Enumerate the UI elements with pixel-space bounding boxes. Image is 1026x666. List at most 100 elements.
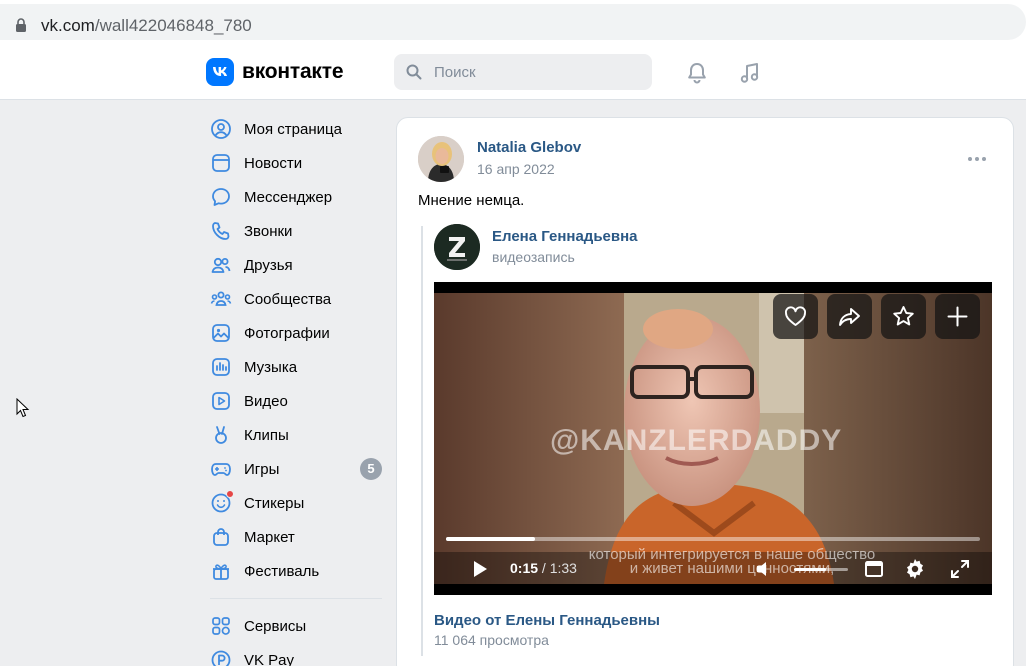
video-progress-fill	[446, 537, 535, 541]
sidebar-divider	[210, 598, 382, 599]
video-like-button[interactable]	[773, 294, 818, 339]
site-header: вконтакте	[0, 44, 1026, 100]
settings-gear-icon[interactable]	[903, 557, 927, 581]
sidebar-item-music[interactable]: Музыка	[206, 350, 384, 384]
vk-logo-icon	[206, 58, 234, 86]
search-box[interactable]	[394, 54, 652, 90]
sidebar-item-messenger[interactable]: Мессенджер	[206, 180, 384, 214]
sidebar-item-my-page[interactable]: Моя страница	[206, 112, 384, 146]
repost-type-label: видеозапись	[492, 249, 575, 265]
music-icon	[212, 358, 230, 376]
sidebar-item-label: Музыка	[244, 358, 298, 376]
music-player-icon[interactable]	[737, 60, 763, 86]
video-favorite-button[interactable]	[881, 294, 926, 339]
sidebar-item-label: Игры	[244, 460, 280, 478]
fullscreen-icon[interactable]	[949, 558, 971, 580]
news-icon	[212, 154, 230, 172]
volume-slider-fill	[794, 568, 827, 571]
sidebar-item-vk-pay[interactable]: VK Pay	[206, 643, 384, 666]
sidebar-item-stickers[interactable]: Стикеры	[206, 486, 384, 520]
wall-post-card: Natalia Glebov 16 апр 2022 Мнение немца.…	[396, 117, 1014, 666]
sidebar-item-label: Сервисы	[244, 617, 307, 635]
sidebar-item-label: Клипы	[244, 426, 289, 444]
sidebar-item-calls[interactable]: Звонки	[206, 214, 384, 248]
miniplayer-icon[interactable]	[864, 559, 884, 579]
volume-icon[interactable]	[754, 558, 776, 580]
sidebar-item-communities[interactable]: Сообщества	[206, 282, 384, 316]
logo-text: вконтакте	[242, 60, 344, 83]
url-host: vk.com	[41, 16, 95, 35]
vk-logo[interactable]: вконтакте	[206, 58, 343, 86]
left-sidebar-nav: Моя страница Новости Мессенджер Звонки Д…	[206, 112, 384, 666]
url-text[interactable]: vk.com/wall422046848_780	[41, 16, 252, 36]
address-field[interactable]: vk.com/wall422046848_780	[0, 4, 1026, 40]
sidebar-item-label: Моя страница	[244, 120, 342, 138]
url-path: /wall422046848_780	[94, 16, 252, 35]
star-icon	[893, 306, 914, 326]
sidebar-item-label: Мессенджер	[244, 188, 333, 206]
search-input[interactable]	[434, 54, 644, 90]
sidebar-item-label: Новости	[244, 154, 303, 172]
repost-author-avatar[interactable]	[434, 224, 480, 270]
video-progress-bar[interactable]	[446, 537, 980, 541]
video-add-button[interactable]	[935, 294, 980, 339]
messenger-icon	[212, 188, 230, 206]
sidebar-item-label: Фестиваль	[244, 562, 320, 580]
sidebar-item-news[interactable]: Новости	[206, 146, 384, 180]
search-icon	[406, 64, 422, 80]
friends-icon	[211, 257, 231, 273]
sidebar-item-friends[interactable]: Друзья	[206, 248, 384, 282]
lock-icon	[16, 18, 26, 32]
post-author-name[interactable]: Natalia Glebov	[477, 139, 581, 156]
plus-icon	[947, 306, 968, 327]
vkpay-icon	[211, 650, 231, 666]
heart-icon	[785, 306, 806, 326]
author-avatar[interactable]	[418, 136, 464, 182]
stickers-notification-dot	[226, 490, 234, 498]
communities-icon	[210, 291, 232, 306]
phone-icon	[212, 222, 230, 240]
video-views-count: 11 064 просмотра	[434, 632, 549, 648]
post-text: Мнение немца.	[418, 192, 525, 209]
market-icon	[213, 528, 229, 546]
notifications-bell-icon[interactable]	[684, 60, 710, 86]
video-share-button[interactable]	[827, 294, 872, 339]
play-icon[interactable]	[472, 560, 488, 578]
sidebar-item-label: Звонки	[244, 222, 293, 240]
post-date[interactable]: 16 апр 2022	[477, 161, 555, 177]
festival-icon	[213, 564, 229, 580]
sidebar-item-label: Стикеры	[244, 494, 305, 512]
video-icon	[212, 392, 230, 410]
clips-icon	[215, 426, 227, 444]
share-icon	[839, 308, 860, 326]
sidebar-item-services[interactable]: Сервисы	[206, 609, 384, 643]
sidebar-item-video[interactable]: Видео	[206, 384, 384, 418]
profile-icon	[211, 119, 231, 139]
video-time: 0:15 / 1:33	[510, 560, 577, 576]
video-watermark: @KANZLERDADDY	[550, 424, 843, 457]
sidebar-item-label: Сообщества	[244, 290, 332, 308]
more-options-icon[interactable]	[967, 156, 987, 162]
video-subtitles: который интегрируется в наше общество и …	[582, 547, 882, 576]
volume-slider[interactable]	[794, 568, 848, 571]
repost-author-name[interactable]: Елена Геннадьевна	[492, 228, 638, 245]
browser-address-bar: vk.com/wall422046848_780	[0, 0, 1026, 44]
sidebar-item-label: Фотографии	[244, 324, 330, 342]
sidebar-item-festival[interactable]: Фестиваль	[206, 554, 384, 588]
sidebar-item-label: Друзья	[244, 256, 293, 274]
sidebar-item-market[interactable]: Маркет	[206, 520, 384, 554]
sidebar-item-games[interactable]: Игры 5	[206, 452, 384, 486]
sidebar-item-label: Маркет	[244, 528, 295, 546]
sidebar-item-photos[interactable]: Фотографии	[206, 316, 384, 350]
repost-indent-bar	[421, 226, 423, 656]
games-count-badge: 5	[360, 458, 382, 480]
stickers-icon	[210, 490, 234, 514]
total-time: 1:33	[549, 560, 577, 576]
games-icon	[211, 463, 231, 476]
time-separator: /	[538, 560, 550, 576]
sidebar-item-label: VK Pay	[244, 651, 295, 666]
video-title-link[interactable]: Видео от Елены Геннадьевны	[434, 612, 660, 629]
video-player[interactable]: @KANZLERDADDY который интегрируется в на…	[434, 282, 992, 595]
current-time: 0:15	[510, 560, 539, 576]
sidebar-item-clips[interactable]: Клипы	[206, 418, 384, 452]
